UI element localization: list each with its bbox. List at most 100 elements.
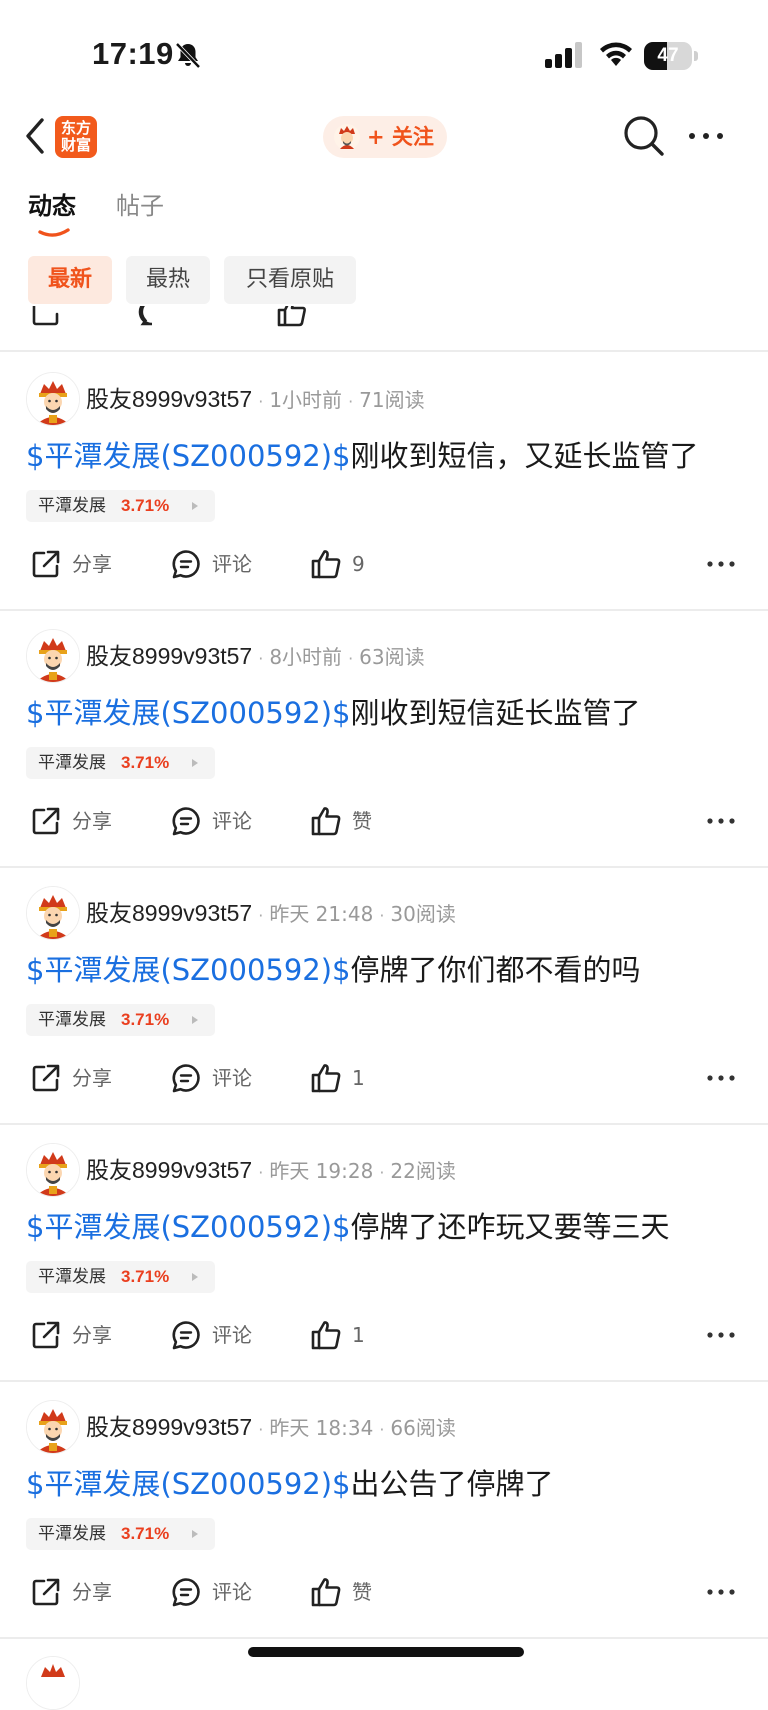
comment-label: 评论 <box>212 1066 252 1090</box>
read-count: 22阅读 <box>390 1159 456 1183</box>
post-item[interactable]: 股友8999v93t57 · 昨天 18:34 · 66阅读 $平潭发展(SZ000592… <box>0 1380 768 1639</box>
stock-quote-chip[interactable]: 平潭发展 3.71% <box>26 1261 215 1293</box>
post-content[interactable]: $平潭发展(SZ000592)$停牌了你们都不看的吗 <box>26 948 641 992</box>
more-options-icon[interactable] <box>686 124 726 148</box>
tab-posts[interactable]: 帖子 <box>116 186 164 226</box>
avatar[interactable] <box>26 372 80 426</box>
stock-tag-link[interactable]: $平潭发展(SZ000592)$ <box>26 953 351 987</box>
read-count: 63阅读 <box>359 645 425 669</box>
separator-dot: · <box>379 1163 385 1182</box>
stock-tag-link[interactable]: $平潭发展(SZ000592)$ <box>26 1210 351 1244</box>
avatar[interactable] <box>26 1400 80 1454</box>
stock-tag-link[interactable]: $平潭发展(SZ000592)$ <box>26 696 351 730</box>
like-icon <box>311 550 341 579</box>
post-item[interactable]: 股友8999v93t57 · 8小时前 · 63阅读 $平潭发展(SZ000592)$刚收… <box>0 609 768 868</box>
post-meta: 股友8999v93t57 · 昨天 19:28 · 22阅读 <box>86 1151 456 1189</box>
stock-change: 3.71% <box>121 753 170 772</box>
user-avatar-icon <box>334 124 360 150</box>
post-more-icon[interactable] <box>706 811 736 831</box>
stock-name: 平潭发展 <box>38 1524 106 1544</box>
separator-dot: · <box>258 392 264 411</box>
post-time: 昨天 19:28 <box>269 1159 374 1183</box>
play-arrow-icon <box>192 1273 198 1281</box>
username[interactable]: 股友8999v93t57 <box>86 386 252 412</box>
filter-hottest[interactable]: 最热 <box>126 256 210 304</box>
comment-icon <box>138 306 153 326</box>
avatar[interactable] <box>26 886 80 940</box>
post-time: 8小时前 <box>269 645 343 669</box>
stock-change: 3.71% <box>121 1267 170 1286</box>
previous-post-action-bar <box>0 306 768 352</box>
comment-icon <box>172 807 200 836</box>
battery-indicator: 47 <box>644 42 698 70</box>
separator-dot: · <box>258 1420 264 1439</box>
like-icon <box>311 1321 341 1350</box>
post-content[interactable]: $平潭发展(SZ000592)$出公告了停牌了 <box>26 1462 554 1506</box>
share-icon <box>32 1578 60 1606</box>
post-more-icon[interactable] <box>706 554 736 574</box>
filter-latest[interactable]: 最新 <box>28 256 112 304</box>
stock-tag-link[interactable]: $平潭发展(SZ000592)$ <box>26 439 351 473</box>
share-label: 分享 <box>72 1066 112 1090</box>
filter-original-only[interactable]: 只看原贴 <box>224 256 356 304</box>
post-more-icon[interactable] <box>706 1325 736 1345</box>
next-post-avatar <box>26 1656 80 1710</box>
post-text: 出公告了停牌了 <box>350 1467 554 1501</box>
separator-dot: · <box>379 906 385 925</box>
username[interactable]: 股友8999v93t57 <box>86 1414 252 1440</box>
post-text: 刚收到短信延长监管了 <box>350 696 641 730</box>
post-time: 昨天 21:48 <box>269 902 374 926</box>
comment-icon <box>172 550 200 579</box>
comment-icon <box>172 1321 200 1350</box>
search-icon[interactable] <box>622 114 666 158</box>
post-item[interactable]: 股友8999v93t57 · 昨天 19:28 · 22阅读 $平潭发展(SZ000592… <box>0 1123 768 1382</box>
post-meta: 股友8999v93t57 · 1小时前 · 71阅读 <box>86 380 425 418</box>
share-icon <box>32 1064 60 1092</box>
stock-quote-chip[interactable]: 平潭发展 3.71% <box>26 490 215 522</box>
share-icon <box>32 306 59 326</box>
post-meta: 股友8999v93t57 · 昨天 21:48 · 30阅读 <box>86 894 456 932</box>
post-meta: 股友8999v93t57 · 8小时前 · 63阅读 <box>86 637 425 675</box>
play-arrow-icon <box>192 502 198 510</box>
username[interactable]: 股友8999v93t57 <box>86 643 252 669</box>
separator-dot: · <box>379 1420 385 1439</box>
back-arrow-icon[interactable] <box>22 114 50 158</box>
post-content[interactable]: $平潭发展(SZ000592)$刚收到短信，又延长监管了 <box>26 434 699 478</box>
username[interactable]: 股友8999v93t57 <box>86 900 252 926</box>
follow-label: + 关注 <box>367 125 434 149</box>
stock-name: 平潭发展 <box>38 1267 106 1287</box>
username[interactable]: 股友8999v93t57 <box>86 1157 252 1183</box>
stock-quote-chip[interactable]: 平潭发展 3.71% <box>26 1518 215 1550</box>
post-more-icon[interactable] <box>706 1582 736 1602</box>
like-icon <box>311 807 341 836</box>
battery-percent: 47 <box>657 45 679 66</box>
comment-label: 评论 <box>212 1323 252 1347</box>
post-item[interactable]: 股友8999v93t57 · 1小时前 · 71阅读 $平潭发展(SZ000592)$刚收… <box>0 352 768 611</box>
bell-muted-icon <box>175 42 201 69</box>
wifi-icon <box>600 42 632 66</box>
avatar[interactable] <box>26 629 80 683</box>
follow-button[interactable]: + 关注 <box>323 116 447 158</box>
share-label: 分享 <box>72 552 112 576</box>
post-content[interactable]: $平潭发展(SZ000592)$刚收到短信延长监管了 <box>26 691 641 735</box>
avatar[interactable] <box>26 1143 80 1197</box>
share-label: 分享 <box>72 1580 112 1604</box>
separator-dot: · <box>258 649 264 668</box>
app-logo[interactable]: 东方 财富 <box>55 116 97 158</box>
tab-dynamics[interactable]: 动态 <box>28 186 76 226</box>
stock-change: 3.71% <box>121 1010 170 1029</box>
stock-tag-link[interactable]: $平潭发展(SZ000592)$ <box>26 1467 351 1501</box>
home-indicator[interactable] <box>248 1647 524 1657</box>
comment-label: 评论 <box>212 1580 252 1604</box>
stock-quote-chip[interactable]: 平潭发展 3.71% <box>26 1004 215 1036</box>
post-action-bar: 分享 评论 赞 <box>0 1570 768 1614</box>
comment-icon <box>172 1064 200 1093</box>
post-item[interactable]: 股友8999v93t57 · 昨天 21:48 · 30阅读 $平潭发展(SZ000592… <box>0 866 768 1125</box>
comment-label: 评论 <box>212 809 252 833</box>
stock-change: 3.71% <box>121 496 170 515</box>
post-more-icon[interactable] <box>706 1068 736 1088</box>
post-content[interactable]: $平潭发展(SZ000592)$停牌了还咋玩又要等三天 <box>26 1205 670 1249</box>
share-label: 分享 <box>72 809 112 833</box>
post-text: 停牌了你们都不看的吗 <box>350 953 641 987</box>
stock-quote-chip[interactable]: 平潭发展 3.71% <box>26 747 215 779</box>
